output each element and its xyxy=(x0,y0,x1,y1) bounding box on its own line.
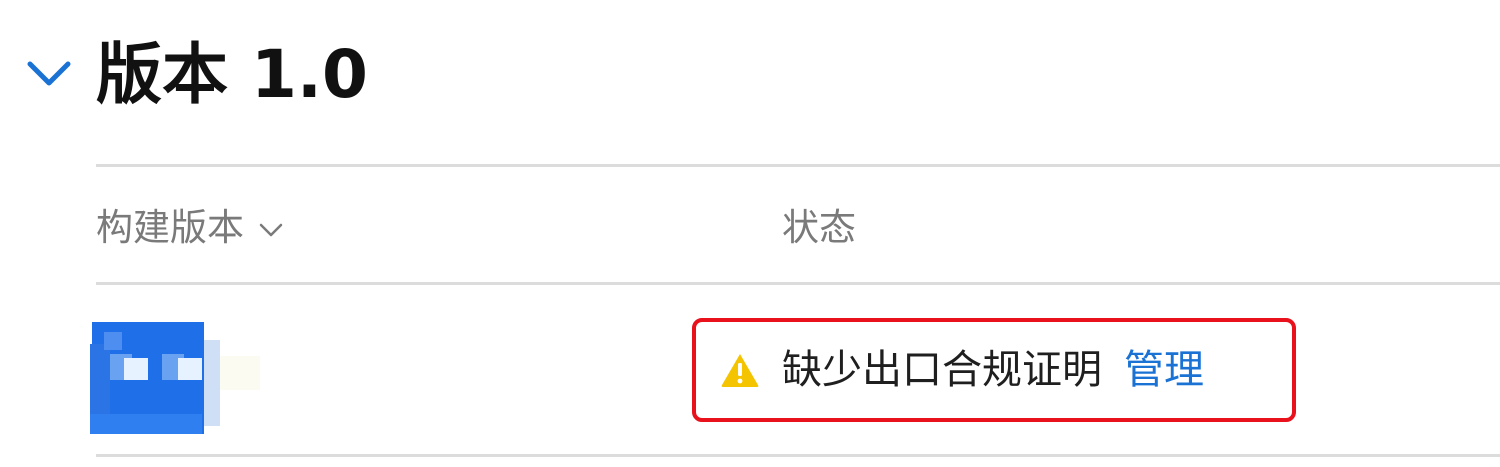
sort-chevron-down-icon xyxy=(259,223,283,237)
collapse-chevron-icon[interactable] xyxy=(26,54,72,94)
status-text: 缺少出口合规证明 xyxy=(782,347,1102,393)
version-title: 版本 1.0 xyxy=(96,36,368,113)
row-divider xyxy=(96,282,1500,285)
column-header-build[interactable]: 构建版本 xyxy=(96,200,284,256)
status-cell-highlighted: 缺少出口合规证明 管理 xyxy=(692,318,1296,422)
build-thumbnail-blurred xyxy=(90,322,260,434)
warning-icon xyxy=(721,354,759,387)
column-header-build-label: 构建版本 xyxy=(96,206,244,249)
header-divider xyxy=(96,164,1500,167)
manage-link[interactable]: 管理 xyxy=(1124,340,1204,400)
row-bottom-divider xyxy=(96,454,1500,457)
column-header-status: 状态 xyxy=(782,206,856,249)
